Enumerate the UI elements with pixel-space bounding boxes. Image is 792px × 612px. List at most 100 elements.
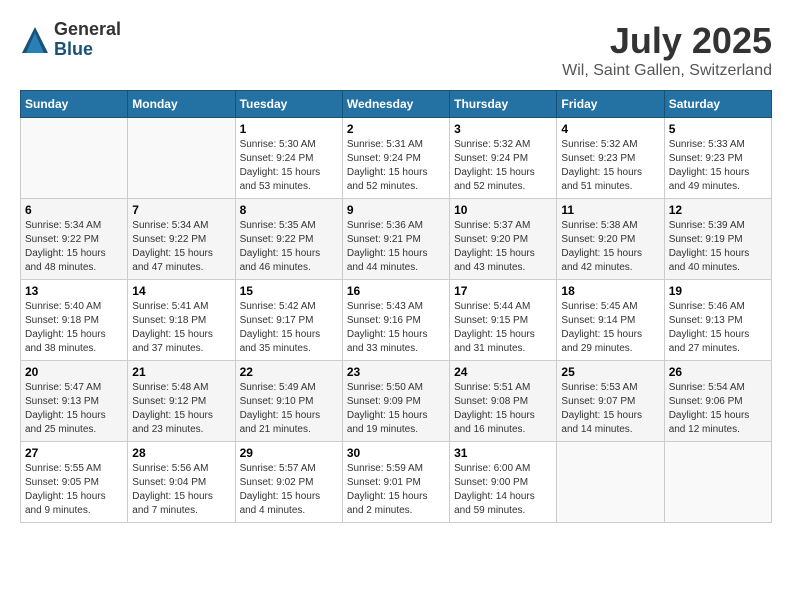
day-info: Sunrise: 5:33 AM Sunset: 9:23 PM Dayligh…: [669, 138, 767, 194]
day-info: Sunrise: 5:34 AM Sunset: 9:22 PM Dayligh…: [25, 219, 123, 275]
day-number: 12: [669, 203, 767, 217]
calendar-cell: 26 Sunrise: 5:54 AM Sunset: 9:06 PM Dayli…: [664, 361, 771, 442]
weekday-header: Friday: [557, 91, 664, 118]
weekday-header: Monday: [128, 91, 235, 118]
calendar-cell: 9Sunrise: 5:36 AM Sunset: 9:21 PM Daylig…: [342, 199, 449, 280]
day-info: Sunrise: 5:35 AM Sunset: 9:22 PM Dayligh…: [240, 219, 338, 275]
calendar-week-row: 27Sunrise: 5:55 AM Sunset: 9:05 PM Dayli…: [21, 442, 772, 523]
day-info: Sunrise: 5:30 AM Sunset: 9:24 PM Dayligh…: [240, 138, 338, 194]
day-number: 6: [25, 203, 123, 217]
day-number: 23: [347, 365, 445, 379]
day-number: 13: [25, 284, 123, 298]
calendar-cell: 17Sunrise: 5:44 AM Sunset: 9:15 PM Dayli…: [450, 280, 557, 361]
day-number: 20: [25, 365, 123, 379]
calendar-cell: 1Sunrise: 5:30 AM Sunset: 9:24 PM Daylig…: [235, 118, 342, 199]
day-info: Sunrise: 5:32 AM Sunset: 9:23 PM Dayligh…: [561, 138, 659, 194]
day-number: 11: [561, 203, 659, 217]
calendar-cell: 13 Sunrise: 5:40 AM Sunset: 9:18 PM Dayli…: [21, 280, 128, 361]
day-number: 10: [454, 203, 552, 217]
calendar-cell: 20 Sunrise: 5:47 AM Sunset: 9:13 PM Dayli…: [21, 361, 128, 442]
calendar-week-row: 1Sunrise: 5:30 AM Sunset: 9:24 PM Daylig…: [21, 118, 772, 199]
weekday-header-row: SundayMondayTuesdayWednesdayThursdayFrid…: [21, 91, 772, 118]
day-number: 29: [240, 446, 338, 460]
weekday-header: Sunday: [21, 91, 128, 118]
month-title: July 2025: [562, 20, 772, 62]
day-info: Sunrise: 5:56 AM Sunset: 9:04 PM Dayligh…: [132, 462, 230, 518]
calendar-cell: 23 Sunrise: 5:50 AM Sunset: 9:09 PM Dayli…: [342, 361, 449, 442]
calendar-cell: 3Sunrise: 5:32 AM Sunset: 9:24 PM Daylig…: [450, 118, 557, 199]
weekday-header: Wednesday: [342, 91, 449, 118]
calendar-cell: 7 Sunrise: 5:34 AM Sunset: 9:22 PM Daylig…: [128, 199, 235, 280]
calendar-cell: 8 Sunrise: 5:35 AM Sunset: 9:22 PM Daylig…: [235, 199, 342, 280]
calendar-cell: 18 Sunrise: 5:45 AM Sunset: 9:14 PM Dayli…: [557, 280, 664, 361]
day-number: 26: [669, 365, 767, 379]
calendar-week-row: 6 Sunrise: 5:34 AM Sunset: 9:22 PM Daylig…: [21, 199, 772, 280]
calendar-cell: 11 Sunrise: 5:38 AM Sunset: 9:20 PM Dayli…: [557, 199, 664, 280]
day-info: Sunrise: 5:41 AM Sunset: 9:18 PM Dayligh…: [132, 300, 230, 356]
calendar-cell: 6 Sunrise: 5:34 AM Sunset: 9:22 PM Daylig…: [21, 199, 128, 280]
day-info: Sunrise: 5:37 AM Sunset: 9:20 PM Dayligh…: [454, 219, 552, 275]
day-info: Sunrise: 5:46 AM Sunset: 9:13 PM Dayligh…: [669, 300, 767, 356]
title-block: July 2025 Wil, Saint Gallen, Switzerland: [562, 20, 772, 80]
calendar-week-row: 13 Sunrise: 5:40 AM Sunset: 9:18 PM Dayli…: [21, 280, 772, 361]
day-number: 16: [347, 284, 445, 298]
day-info: Sunrise: 5:45 AM Sunset: 9:14 PM Dayligh…: [561, 300, 659, 356]
location-label: Wil, Saint Gallen, Switzerland: [562, 62, 772, 80]
calendar-cell: 27Sunrise: 5:55 AM Sunset: 9:05 PM Dayli…: [21, 442, 128, 523]
day-number: 18: [561, 284, 659, 298]
calendar-cell: 21 Sunrise: 5:48 AM Sunset: 9:12 PM Dayli…: [128, 361, 235, 442]
calendar-cell: 12 Sunrise: 5:39 AM Sunset: 9:19 PM Dayli…: [664, 199, 771, 280]
calendar-cell: 2 Sunrise: 5:31 AM Sunset: 9:24 PM Daylig…: [342, 118, 449, 199]
day-info: Sunrise: 5:55 AM Sunset: 9:05 PM Dayligh…: [25, 462, 123, 518]
logo-blue-label: Blue: [54, 40, 121, 60]
day-info: Sunrise: 5:31 AM Sunset: 9:24 PM Dayligh…: [347, 138, 445, 194]
day-number: 30: [347, 446, 445, 460]
day-info: Sunrise: 5:43 AM Sunset: 9:16 PM Dayligh…: [347, 300, 445, 356]
day-info: Sunrise: 5:34 AM Sunset: 9:22 PM Dayligh…: [132, 219, 230, 275]
logo-general-label: General: [54, 20, 121, 40]
calendar-cell: 24 Sunrise: 5:51 AM Sunset: 9:08 PM Dayli…: [450, 361, 557, 442]
day-number: 24: [454, 365, 552, 379]
day-info: Sunrise: 5:47 AM Sunset: 9:13 PM Dayligh…: [25, 381, 123, 437]
day-number: 3: [454, 122, 552, 136]
day-number: 21: [132, 365, 230, 379]
calendar-cell: 15Sunrise: 5:42 AM Sunset: 9:17 PM Dayli…: [235, 280, 342, 361]
calendar-cell: [21, 118, 128, 199]
day-info: Sunrise: 5:40 AM Sunset: 9:18 PM Dayligh…: [25, 300, 123, 356]
calendar-week-row: 20 Sunrise: 5:47 AM Sunset: 9:13 PM Dayli…: [21, 361, 772, 442]
day-number: 2: [347, 122, 445, 136]
day-info: Sunrise: 5:54 AM Sunset: 9:06 PM Dayligh…: [669, 381, 767, 437]
day-number: 19: [669, 284, 767, 298]
logo-text: General Blue: [54, 20, 121, 60]
weekday-header: Thursday: [450, 91, 557, 118]
day-number: 14: [132, 284, 230, 298]
calendar-cell: [128, 118, 235, 199]
day-number: 28: [132, 446, 230, 460]
day-number: 4: [561, 122, 659, 136]
day-number: 8: [240, 203, 338, 217]
day-info: Sunrise: 5:51 AM Sunset: 9:08 PM Dayligh…: [454, 381, 552, 437]
day-info: Sunrise: 5:57 AM Sunset: 9:02 PM Dayligh…: [240, 462, 338, 518]
logo-icon: [20, 25, 50, 55]
day-info: Sunrise: 5:48 AM Sunset: 9:12 PM Dayligh…: [132, 381, 230, 437]
calendar-cell: 10 Sunrise: 5:37 AM Sunset: 9:20 PM Dayli…: [450, 199, 557, 280]
calendar-cell: 16 Sunrise: 5:43 AM Sunset: 9:16 PM Dayli…: [342, 280, 449, 361]
day-number: 22: [240, 365, 338, 379]
day-info: Sunrise: 5:38 AM Sunset: 9:20 PM Dayligh…: [561, 219, 659, 275]
weekday-header: Tuesday: [235, 91, 342, 118]
calendar-cell: 19 Sunrise: 5:46 AM Sunset: 9:13 PM Dayli…: [664, 280, 771, 361]
day-number: 25: [561, 365, 659, 379]
day-info: Sunrise: 6:00 AM Sunset: 9:00 PM Dayligh…: [454, 462, 552, 518]
day-number: 17: [454, 284, 552, 298]
day-info: Sunrise: 5:53 AM Sunset: 9:07 PM Dayligh…: [561, 381, 659, 437]
calendar-cell: [557, 442, 664, 523]
day-info: Sunrise: 5:50 AM Sunset: 9:09 PM Dayligh…: [347, 381, 445, 437]
calendar-cell: 22 Sunrise: 5:49 AM Sunset: 9:10 PM Dayli…: [235, 361, 342, 442]
day-number: 7: [132, 203, 230, 217]
day-info: Sunrise: 5:42 AM Sunset: 9:17 PM Dayligh…: [240, 300, 338, 356]
day-info: Sunrise: 5:39 AM Sunset: 9:19 PM Dayligh…: [669, 219, 767, 275]
day-info: Sunrise: 5:59 AM Sunset: 9:01 PM Dayligh…: [347, 462, 445, 518]
calendar-table: SundayMondayTuesdayWednesdayThursdayFrid…: [20, 90, 772, 523]
calendar-cell: [664, 442, 771, 523]
day-info: Sunrise: 5:49 AM Sunset: 9:10 PM Dayligh…: [240, 381, 338, 437]
